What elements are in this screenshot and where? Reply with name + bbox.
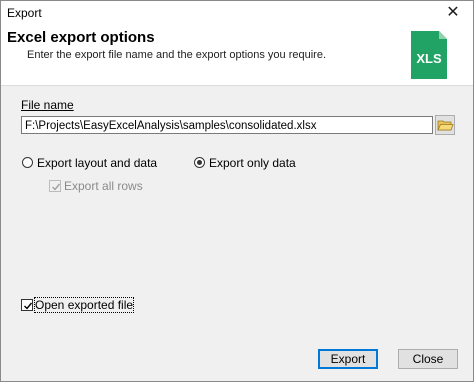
close-window-button[interactable]: ✕ xyxy=(433,1,473,25)
open-exported-file-checkbox[interactable] xyxy=(21,299,33,311)
svg-text:XLS: XLS xyxy=(416,51,442,66)
file-name-label: File name xyxy=(21,98,74,112)
folder-open-icon xyxy=(437,120,454,131)
dialog-subtitle: Enter the export file name and the expor… xyxy=(27,49,327,61)
open-exported-file-label[interactable]: Open exported file xyxy=(33,297,135,313)
export-layout-and-data-label[interactable]: Export layout and data xyxy=(37,156,157,170)
export-button[interactable]: Export xyxy=(318,349,378,369)
title-bar: Export ✕ xyxy=(1,1,473,25)
export-all-rows-label: Export all rows xyxy=(64,179,143,193)
window-title: Export xyxy=(7,6,42,20)
check-icon xyxy=(24,302,33,310)
export-dialog: Export ✕ Excel export options Enter the … xyxy=(0,0,474,382)
dialog-heading: Excel export options xyxy=(7,29,155,46)
xls-file-icon: XLS xyxy=(411,31,447,79)
export-all-rows-checkbox[interactable] xyxy=(49,180,61,192)
export-only-data-label[interactable]: Export only data xyxy=(209,156,296,170)
export-only-data-radio[interactable] xyxy=(194,157,205,168)
browse-folder-button[interactable] xyxy=(435,115,455,135)
close-button[interactable]: Close xyxy=(398,349,458,369)
dialog-header: Excel export options Enter the export fi… xyxy=(1,25,473,86)
export-layout-and-data-radio[interactable] xyxy=(22,157,33,168)
check-icon xyxy=(52,183,61,191)
file-name-input[interactable]: F:\Projects\EasyExcelAnalysis\samples\co… xyxy=(21,116,433,134)
